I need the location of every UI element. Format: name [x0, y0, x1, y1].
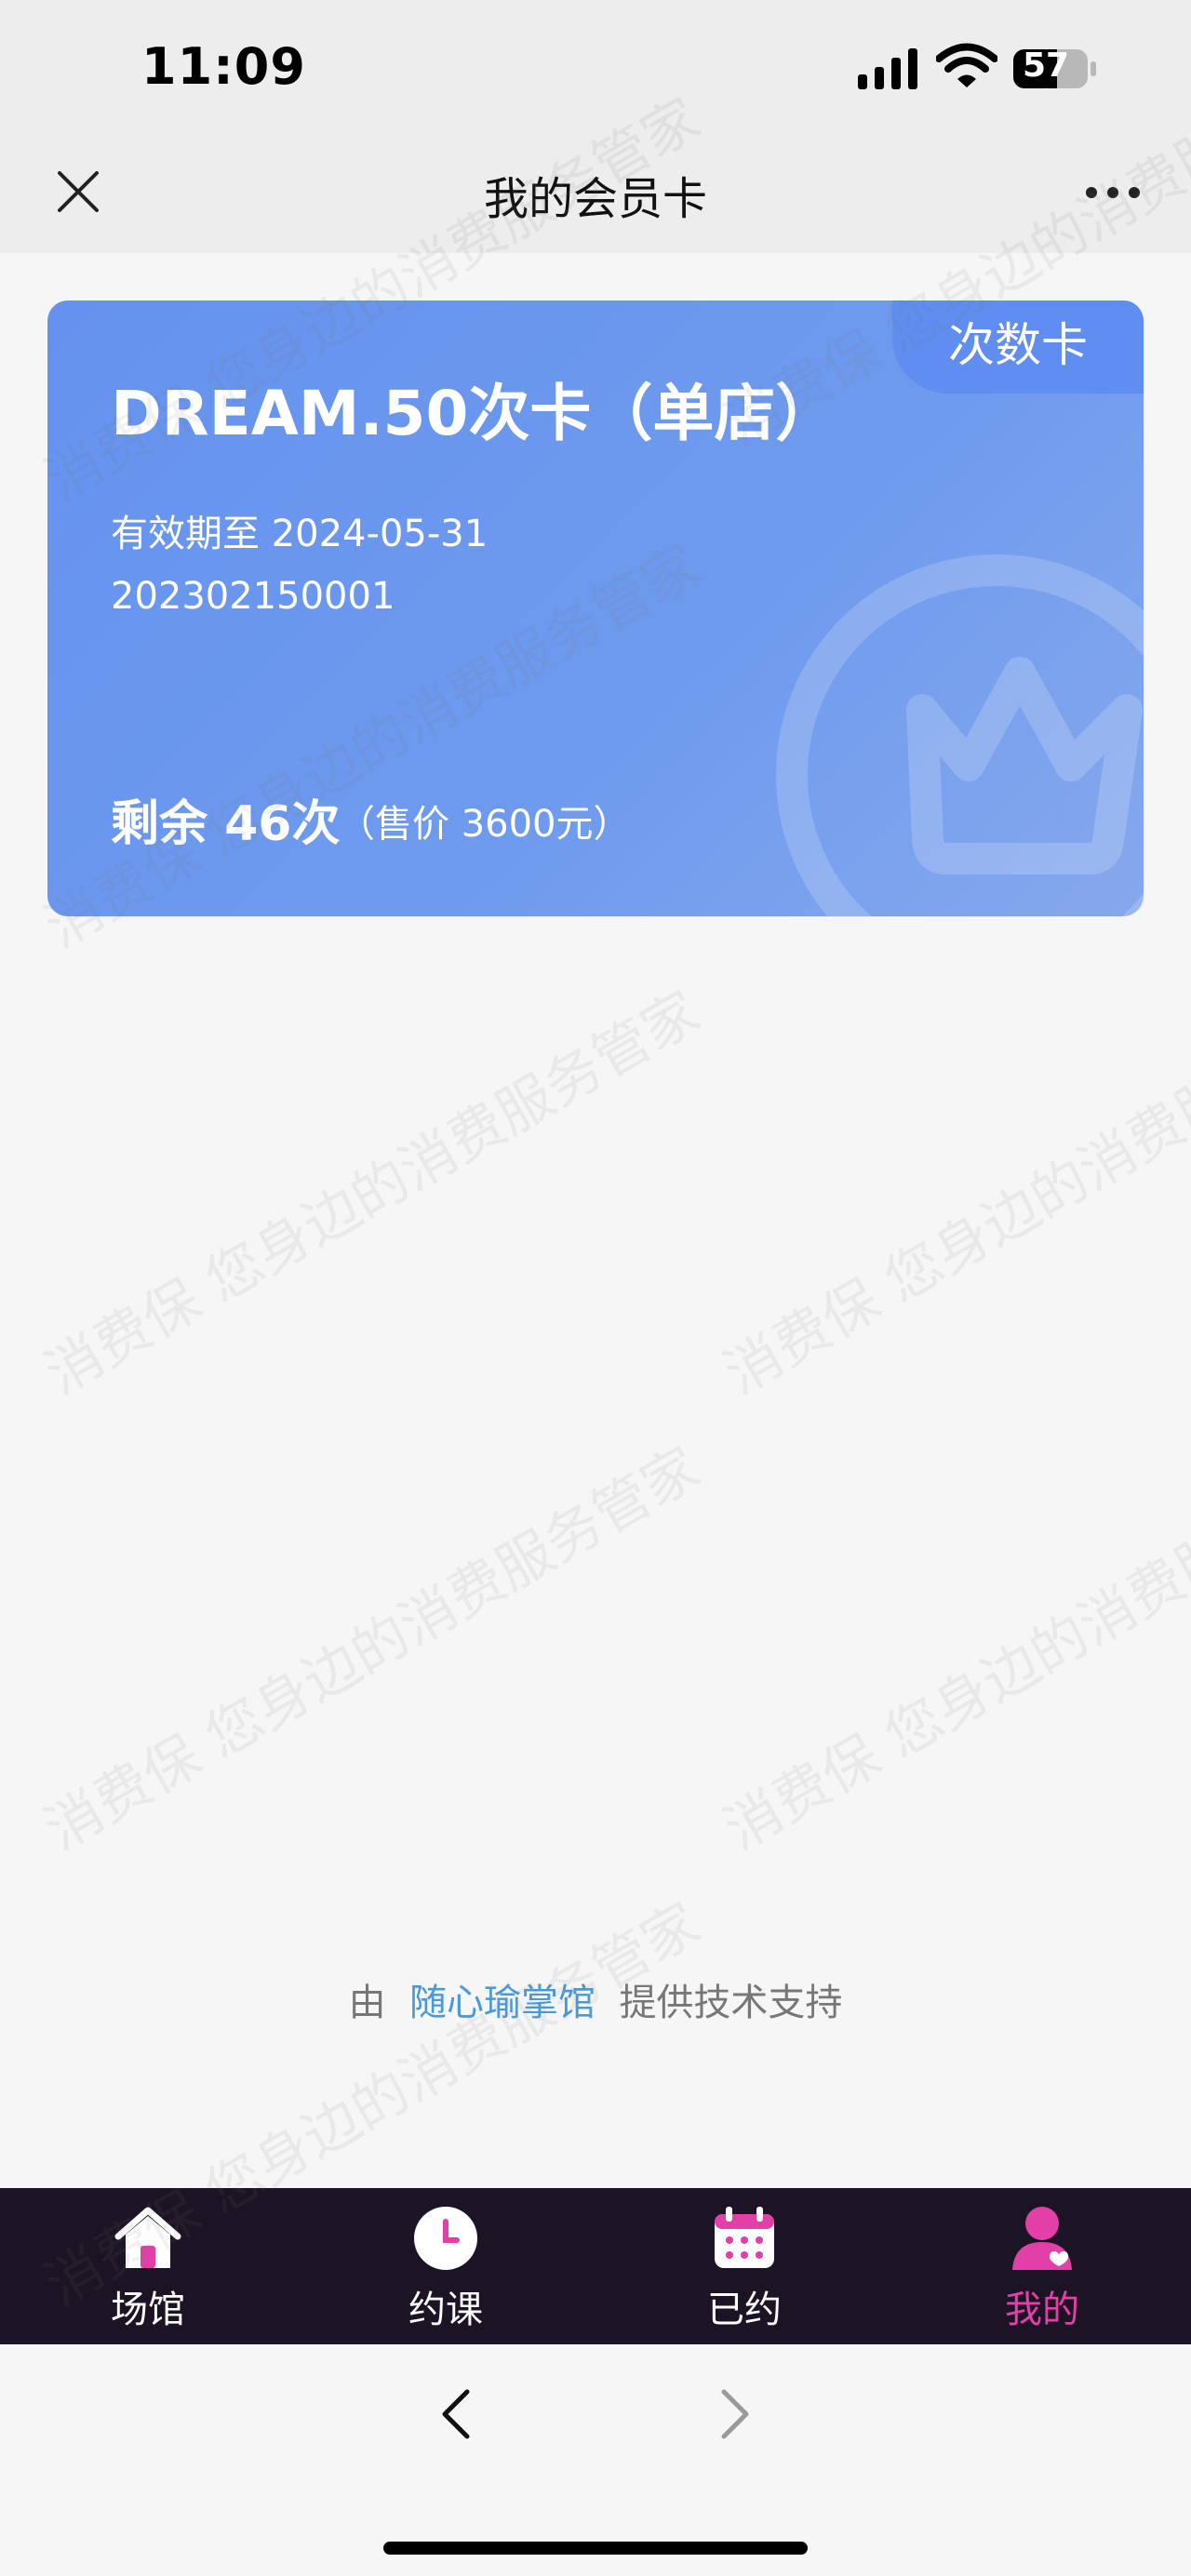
watermark-text: 消费保 您身边的消费服务管家 — [34, 1435, 712, 1863]
page-title: 我的会员卡 — [483, 173, 707, 225]
tab-venue[interactable]: 场馆 — [55, 2188, 241, 2344]
card-price: （售价 3600元） — [338, 803, 631, 846]
tab-label: 场馆 — [111, 2289, 185, 2331]
credit-suffix: 提供技术支持 — [619, 1982, 843, 2024]
watermark-text: 消费保 您身边的消费服务管家 — [714, 979, 1191, 1408]
calendar-icon — [715, 2207, 774, 2268]
card-remaining-count: 剩余 46次 — [111, 796, 341, 852]
credit-prefix: 由 — [348, 1982, 386, 2024]
user-icon — [1012, 2207, 1072, 2270]
signal-icon — [858, 48, 917, 89]
member-card[interactable]: 次数卡 DREAM.50次卡（单店） 有效期至 2024-05-31 20230… — [47, 300, 1144, 916]
crown-icon — [776, 554, 1144, 916]
credit-link[interactable]: 随心瑜掌馆 — [409, 1982, 596, 2024]
tech-support-credit: 由 随心瑜掌馆 提供技术支持 — [0, 1972, 1191, 2026]
wifi-icon — [936, 43, 997, 87]
tab-label: 约课 — [408, 2289, 483, 2331]
more-icon[interactable] — [1085, 186, 1141, 199]
bottom-tab-bar: 场馆 约课 已约 我的 — [0, 2188, 1191, 2344]
tab-label: 我的 — [1005, 2289, 1079, 2331]
card-type-badge: 次数卡 — [892, 300, 1144, 394]
tab-book-class[interactable]: 约课 — [353, 2188, 539, 2344]
card-number: 202302150001 — [111, 575, 395, 618]
chevron-left-icon[interactable] — [437, 2386, 475, 2442]
watermark-text: 消费保 您身边的消费服务管家 — [34, 979, 712, 1408]
tab-booked[interactable]: 已约 — [651, 2188, 837, 2344]
tab-label: 已约 — [707, 2289, 782, 2331]
chevron-right-icon[interactable] — [716, 2386, 754, 2442]
clock-icon — [414, 2207, 477, 2270]
watermark-text: 消费保 您身边的消费服务管家 — [714, 1435, 1191, 1863]
tab-mine[interactable]: 我的 — [949, 2188, 1135, 2344]
card-validity: 有效期至 2024-05-31 — [111, 513, 488, 555]
battery-level: 57 — [1022, 47, 1070, 85]
card-name: DREAM.50次卡（单店） — [111, 378, 837, 449]
home-icon — [114, 2207, 181, 2268]
status-time: 11:09 — [141, 37, 306, 96]
home-indicator — [383, 2542, 808, 2555]
